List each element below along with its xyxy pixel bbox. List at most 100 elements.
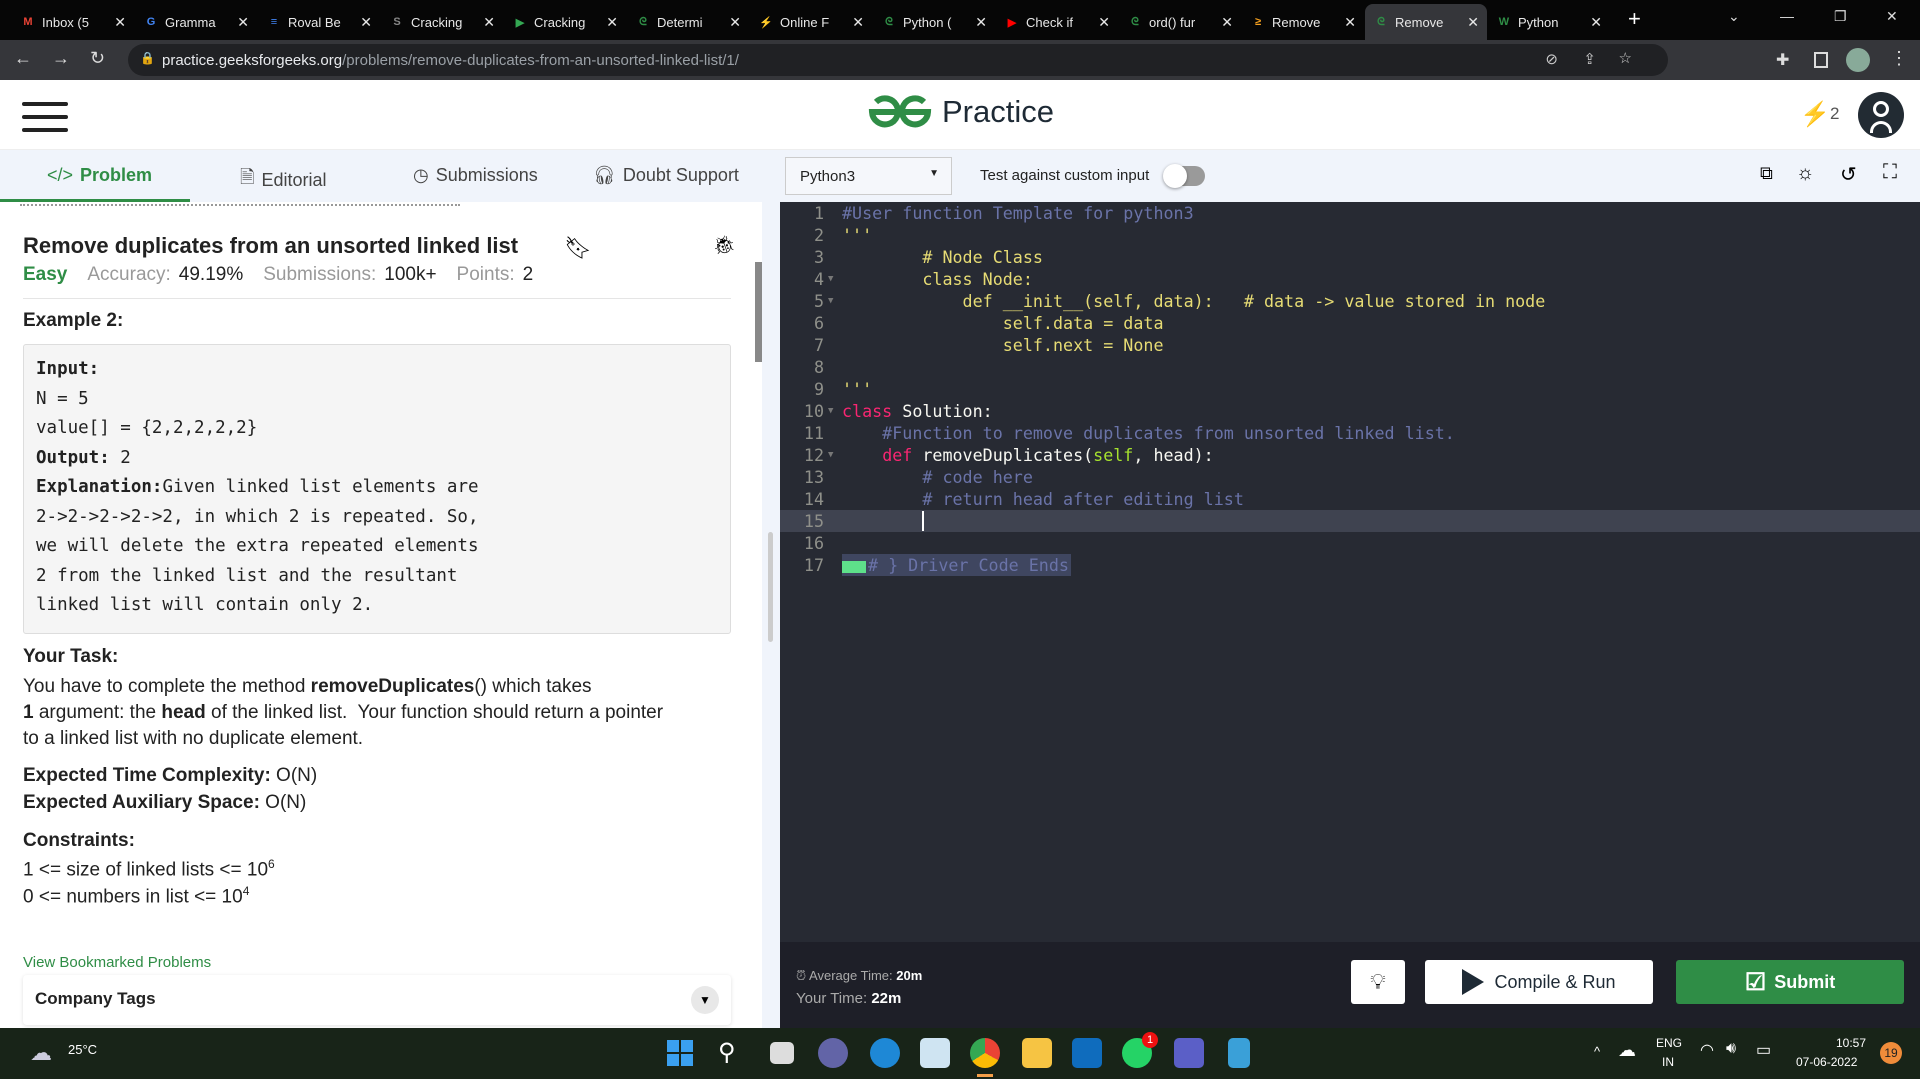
close-tab-icon[interactable]: ✕ <box>1467 14 1479 31</box>
close-tab-icon[interactable]: ✕ <box>237 14 249 31</box>
code-line[interactable]: 12 ▼ def removeDuplicates(self, head): <box>780 444 1920 466</box>
close-tab-icon[interactable]: ✕ <box>1590 14 1602 31</box>
code-line[interactable]: 11 #Function to remove duplicates from u… <box>780 422 1920 444</box>
copy-icon[interactable]: ⧉ <box>1760 163 1773 184</box>
browser-tab[interactable]: ≥ Remove ✕ <box>1242 4 1364 40</box>
close-tab-icon[interactable]: ✕ <box>852 14 864 31</box>
browser-tab[interactable]: ▶ Check if ✕ <box>996 4 1118 40</box>
folded-code-icon[interactable] <box>842 560 866 573</box>
code-line[interactable]: 5 ▼ def __init__(self, data): # data -> v… <box>780 290 1920 312</box>
code-line[interactable]: 8 <box>780 356 1920 378</box>
code-line[interactable]: 9 ''' <box>780 378 1920 400</box>
code-line[interactable]: 4 ▼ class Node: <box>780 268 1920 290</box>
user-avatar[interactable] <box>1858 92 1904 138</box>
url-input[interactable]: 🔒 practice.geeksforgeeks.org/problems/re… <box>128 44 1668 76</box>
clock-date[interactable]: 07-06-2022 <box>1796 1055 1857 1069</box>
code-line[interactable]: 13 # code here <box>780 466 1920 488</box>
reset-icon[interactable]: ↺ <box>1840 162 1857 187</box>
code-line[interactable]: 7 self.next = None <box>780 334 1920 356</box>
browser-tab[interactable]: M Inbox (5 ✕ <box>12 4 134 40</box>
outlook-icon[interactable] <box>1072 1038 1102 1068</box>
photos-icon[interactable] <box>920 1038 950 1068</box>
file-explorer-icon[interactable] <box>1022 1038 1052 1068</box>
fold-arrow-icon[interactable]: ▼ <box>828 400 833 422</box>
chevron-up-icon[interactable]: ^ <box>1594 1044 1600 1059</box>
close-tab-icon[interactable]: ✕ <box>729 14 741 31</box>
code-line[interactable]: 6 self.data = data <box>780 312 1920 334</box>
tab-problem[interactable]: </> Problem <box>47 165 152 186</box>
language-indicator[interactable]: ENG <box>1656 1036 1682 1050</box>
bookmark-icon[interactable]: 🔖︎ <box>564 235 592 261</box>
notepad-icon[interactable] <box>1228 1038 1250 1068</box>
close-tab-icon[interactable]: ✕ <box>1221 14 1233 31</box>
sidepanel-icon[interactable] <box>1814 52 1828 68</box>
teams-chat-icon[interactable] <box>818 1038 848 1068</box>
code-line[interactable]: 16 <box>780 532 1920 554</box>
splitter[interactable] <box>762 202 780 1028</box>
minimize-icon[interactable]: — <box>1780 8 1794 24</box>
battery-icon[interactable]: ▭ <box>1756 1040 1771 1060</box>
fold-arrow-icon[interactable]: ▼ <box>828 268 833 290</box>
maximize-icon[interactable]: ❐ <box>1834 8 1847 25</box>
code-editor[interactable]: 1 #User function Template for python3 2 '''… <box>780 202 1920 942</box>
whatsapp-icon[interactable]: 1 <box>1122 1032 1158 1068</box>
task-view-icon[interactable] <box>770 1042 794 1064</box>
browser-tab[interactable]: W Python ✕ <box>1488 4 1610 40</box>
fold-arrow-icon[interactable]: ▼ <box>828 290 833 312</box>
browser-tab[interactable]: ⚡ Online F ✕ <box>750 4 872 40</box>
hint-bulb-button[interactable]: 💡︎ <box>1351 960 1405 1004</box>
fold-arrow-icon[interactable]: ▼ <box>828 444 833 466</box>
star-icon[interactable]: ☆ <box>1619 49 1632 67</box>
scrollbar-thumb[interactable] <box>755 262 762 362</box>
notification-count[interactable]: 19 <box>1880 1042 1902 1064</box>
forward-icon[interactable]: → <box>52 48 70 69</box>
custom-input-toggle[interactable] <box>1163 164 1205 188</box>
back-icon[interactable]: ← <box>14 48 32 69</box>
close-tab-icon[interactable]: ✕ <box>1098 14 1110 31</box>
close-tab-icon[interactable]: ✕ <box>1344 14 1356 31</box>
onedrive-icon[interactable]: ☁ <box>1618 1040 1636 1061</box>
code-line[interactable]: 10 ▼ class Solution: <box>780 400 1920 422</box>
browser-tab[interactable]: ᘓ Python (✕ <box>873 4 995 40</box>
volume-icon[interactable]: 🔊︎ <box>1726 1040 1736 1058</box>
close-tab-icon[interactable]: ✕ <box>114 14 126 31</box>
close-tab-icon[interactable]: ✕ <box>360 14 372 31</box>
logo[interactable]: Practice <box>868 94 1054 130</box>
browser-tab[interactable]: G Gramma ✕ <box>135 4 257 40</box>
reload-icon[interactable]: ↻ <box>90 48 105 69</box>
bug-report-icon[interactable]: 🐞︎ <box>713 235 736 256</box>
new-tab-icon[interactable]: + <box>1628 6 1641 32</box>
close-tab-icon[interactable]: ✕ <box>606 14 618 31</box>
share-icon[interactable]: ⇪ <box>1583 50 1596 68</box>
extensions-icon[interactable]: ✚ <box>1776 50 1789 70</box>
search-icon[interactable]: ⚲ <box>718 1038 736 1067</box>
close-tab-icon[interactable]: ✕ <box>483 14 495 31</box>
chrome-icon[interactable] <box>970 1038 1000 1068</box>
tab-doubt-support[interactable]: 🎧︎ Doubt Support <box>593 165 739 186</box>
wifi-icon[interactable]: ◠ <box>1700 1040 1714 1060</box>
browser-tab[interactable]: ᘓ ord() fur ✕ <box>1119 4 1241 40</box>
browser-tab[interactable]: ᘓ Determi ✕ <box>627 4 749 40</box>
chevron-down-icon[interactable]: ▼ <box>691 986 719 1014</box>
profile-avatar[interactable] <box>1846 48 1870 72</box>
close-tab-icon[interactable]: ✕ <box>975 14 987 31</box>
code-line[interactable]: 14 # return head after editing list <box>780 488 1920 510</box>
browser-tab[interactable]: ≡ Roval Be ✕ <box>258 4 380 40</box>
windows-start-icon[interactable] <box>665 1038 695 1068</box>
code-line[interactable]: 1 #User function Template for python3 <box>780 202 1920 224</box>
theme-sun-icon[interactable]: ☼ <box>1796 162 1814 185</box>
browser-tab[interactable]: ▶ Cracking ✕ <box>504 4 626 40</box>
browser-tab[interactable]: ᘓ Remove ✕ <box>1365 4 1487 40</box>
teams-icon[interactable] <box>1174 1038 1204 1068</box>
view-bookmarked-link[interactable]: View Bookmarked Problems <box>23 954 211 971</box>
hamburger-menu-icon[interactable] <box>22 102 68 132</box>
clock-time[interactable]: 10:57 <box>1836 1036 1866 1050</box>
tab-editorial[interactable]: 🗎 Editorial <box>240 165 327 195</box>
tab-search-icon[interactable]: ⌄ <box>1728 8 1740 25</box>
edge-icon[interactable] <box>870 1038 900 1068</box>
compile-run-button[interactable]: Compile & Run <box>1425 960 1653 1004</box>
menu-dots-icon[interactable]: ⋮ <box>1890 48 1908 69</box>
eye-off-icon[interactable]: ⊘ <box>1545 50 1558 68</box>
code-line[interactable]: 17 # } Driver Code Ends <box>780 554 1920 576</box>
submit-button[interactable]: ☑ Submit <box>1676 960 1904 1004</box>
